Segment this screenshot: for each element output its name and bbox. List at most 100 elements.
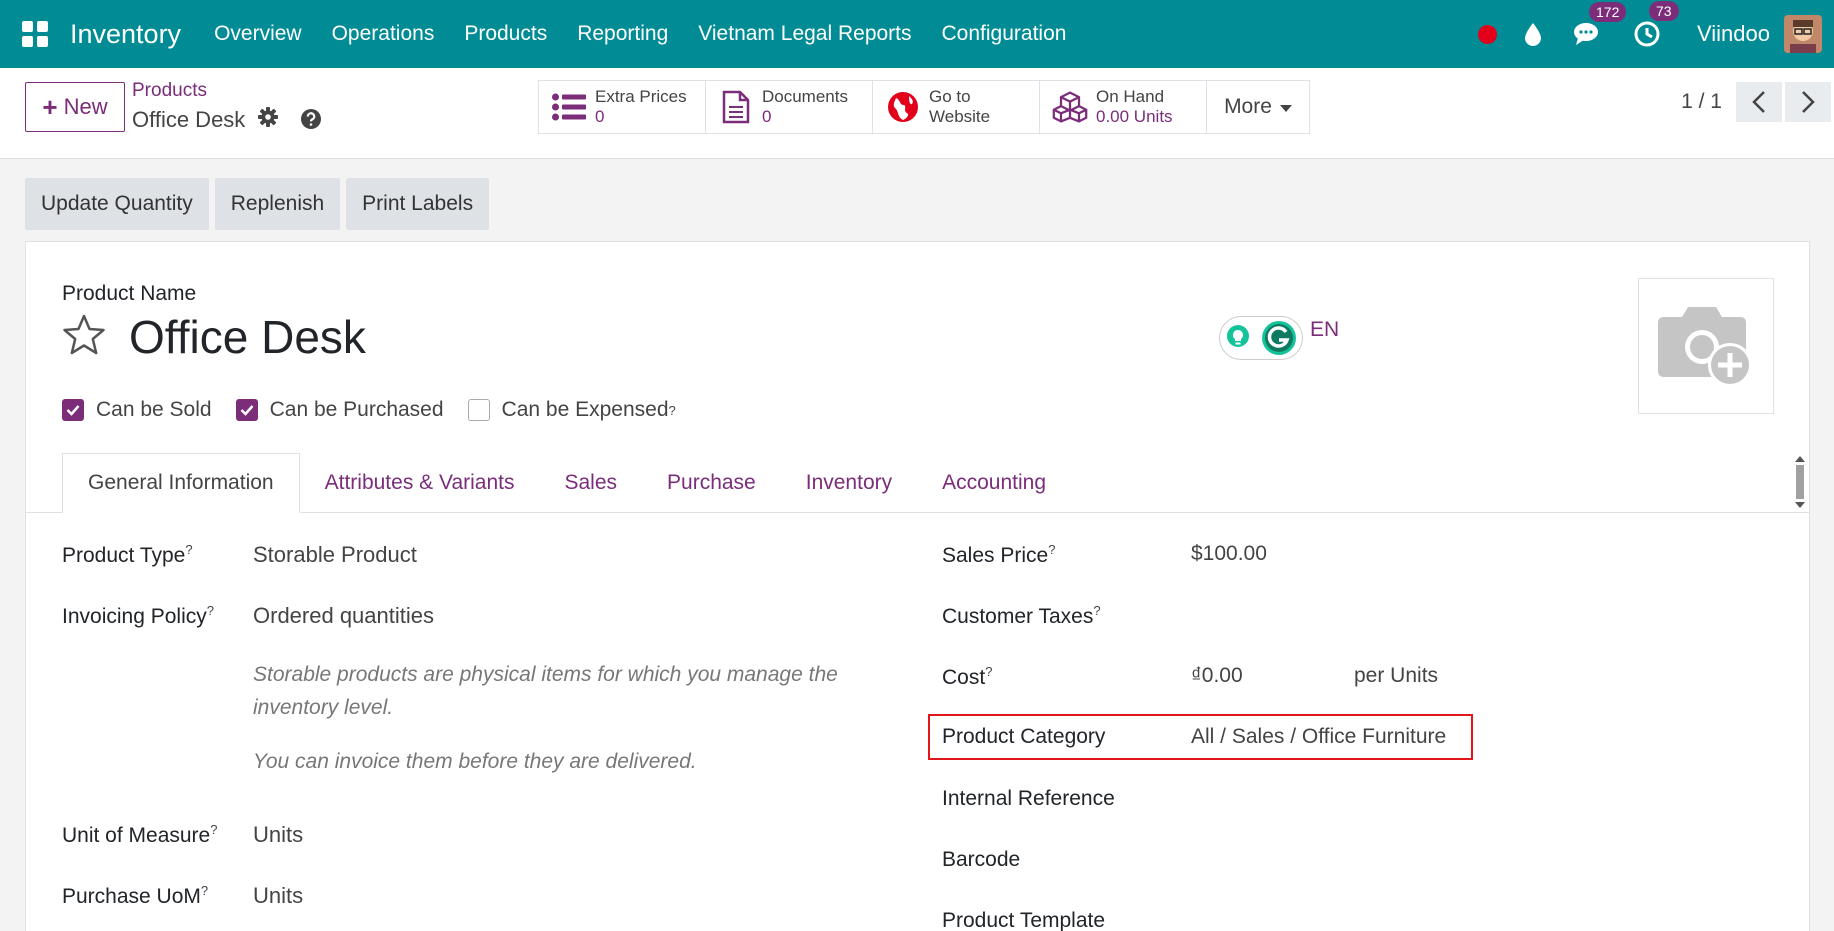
more-dropdown[interactable]: More [1207,81,1309,133]
star-icon[interactable] [62,314,106,361]
can-be-expensed-checkbox[interactable]: Can be Expensed? [467,398,676,422]
can-be-sold-label: Can be Sold [96,398,212,421]
uom-field[interactable]: Units [253,822,303,848]
product-type-label: Product Type [62,544,186,567]
activities-badge: 73 [1649,1,1679,21]
avatar[interactable] [1784,15,1822,53]
go-to-website-button[interactable]: Go to Website [873,81,1040,133]
menu-vietnam-legal-reports[interactable]: Vietnam Legal Reports [683,22,926,46]
customer-taxes-label-wrap: Customer Taxes? [942,603,1101,629]
cost-field[interactable]: ₫0.00 [1191,664,1243,688]
help-tooltip-marker[interactable]: ? [210,822,217,837]
sales-price-field[interactable]: $100.00 [1191,542,1267,566]
help-icon[interactable] [300,108,322,135]
form-tabs: General Information Attributes & Variant… [62,453,1071,513]
action-buttons: Update Quantity Replenish Print Labels [25,178,495,230]
documents-button[interactable]: Documents 0 [706,81,873,133]
product-type-help-text: Storable products are physical items for… [253,663,838,719]
document-icon [718,89,754,125]
product-name-input[interactable]: Office Desk [129,310,366,364]
sales-price-label-wrap: Sales Price? [942,542,1055,568]
update-quantity-button[interactable]: Update Quantity [25,178,209,230]
camera-plus-icon [1658,307,1752,387]
documents-value: 0 [762,107,772,126]
menu-reporting[interactable]: Reporting [562,22,683,46]
invoicing-policy-label: Invoicing Policy [62,605,207,628]
on-hand-value: 0.00 Units [1096,107,1173,126]
grammarly-icon [1261,321,1296,355]
menu-overview[interactable]: Overview [199,22,317,46]
tab-attributes-variants[interactable]: Attributes & Variants [300,453,540,513]
menu-configuration[interactable]: Configuration [927,22,1082,46]
menu-products[interactable]: Products [449,22,562,46]
scrollbar[interactable] [1793,455,1807,509]
product-template-label: Product Template [942,909,1106,931]
can-be-sold-checkbox[interactable]: Can be Sold [62,398,212,422]
new-button[interactable]: + New [25,82,125,132]
product-type-label-wrap: Product Type? [62,542,193,568]
purchase-uom-field[interactable]: Units [253,883,303,909]
uom-label: Unit of Measure [62,824,211,847]
activities-clock-icon[interactable]: 73 [1633,1,1679,48]
drop-icon[interactable] [1523,22,1543,46]
sales-price-label: Sales Price [942,544,1049,567]
barcode-label: Barcode [942,848,1021,871]
tab-accounting[interactable]: Accounting [917,453,1071,513]
help-tooltip-marker[interactable]: ? [1093,603,1100,618]
help-tooltip-marker[interactable]: ? [207,603,214,618]
tab-sales[interactable]: Sales [539,453,642,513]
tab-purchase[interactable]: Purchase [642,453,781,513]
new-button-label: New [63,94,108,119]
recording-indicator-icon[interactable] [1478,24,1497,44]
extra-prices-button[interactable]: Extra Prices 0 [539,81,706,133]
go-to-label: Go to [929,87,971,106]
invoicing-policy-select[interactable]: Ordered quantities [253,603,434,629]
purchase-uom-label: Purchase UoM [62,885,201,908]
help-tooltip-marker[interactable]: ? [669,403,676,418]
grammarly-widget[interactable] [1219,316,1303,360]
can-be-purchased-checkbox[interactable]: Can be Purchased [235,398,444,422]
invoicing-help-text: You can invoice them before they are del… [253,750,697,773]
breadcrumb-current: Office Desk [132,106,279,134]
help-tooltip-marker[interactable]: ? [985,664,992,679]
app-title[interactable]: Inventory [70,19,181,50]
checkbox-checked-icon [62,399,84,421]
website-label: Website [929,107,991,126]
product-type-select[interactable]: Storable Product [253,542,417,568]
print-labels-button[interactable]: Print Labels [346,178,490,230]
uom-label-wrap: Unit of Measure? [62,822,217,848]
tab-inventory[interactable]: Inventory [781,453,917,513]
user-name[interactable]: Viindoo [1697,21,1770,47]
chevron-right-icon [1802,91,1815,113]
tab-general-information[interactable]: General Information [62,453,300,513]
menu-operations[interactable]: Operations [317,22,450,46]
product-image-upload[interactable] [1638,278,1774,414]
customer-taxes-label: Customer Taxes [942,605,1094,628]
pager: 1 / 1 [1681,82,1834,122]
gear-icon[interactable] [257,106,279,134]
pager-next-button[interactable] [1785,82,1831,122]
help-tooltip-marker[interactable]: ? [1048,542,1055,557]
caret-down-icon [1279,95,1292,119]
help-tooltip-marker[interactable]: ? [201,883,208,898]
globe-icon [885,89,921,125]
top-navbar: Inventory Overview Operations Products R… [0,0,1834,68]
pager-previous-button[interactable] [1736,82,1782,122]
breadcrumb-parent[interactable]: Products [132,80,207,102]
cost-label-wrap: Cost? [942,664,992,690]
cost-label: Cost [942,666,986,689]
messages-badge: 172 [1589,2,1627,22]
apps-menu-icon[interactable] [22,21,48,47]
list-icon [551,89,587,125]
form-sheet: Product Name Office Desk EN Can be Sold … [25,241,1810,931]
extra-prices-label: Extra Prices [595,87,687,106]
pager-value[interactable]: 1 / 1 [1681,90,1722,114]
plus-icon: + [42,91,58,122]
replenish-button[interactable]: Replenish [214,178,341,230]
messages-icon[interactable]: 172 [1573,2,1627,47]
language-toggle[interactable]: EN [1310,318,1339,342]
help-tooltip-marker[interactable]: ? [185,542,192,557]
on-hand-button[interactable]: On Hand 0.00 Units [1040,81,1207,133]
control-panel: + New Products Office Desk Extra Prices 0… [0,68,1834,159]
on-hand-label: On Hand [1096,87,1165,106]
